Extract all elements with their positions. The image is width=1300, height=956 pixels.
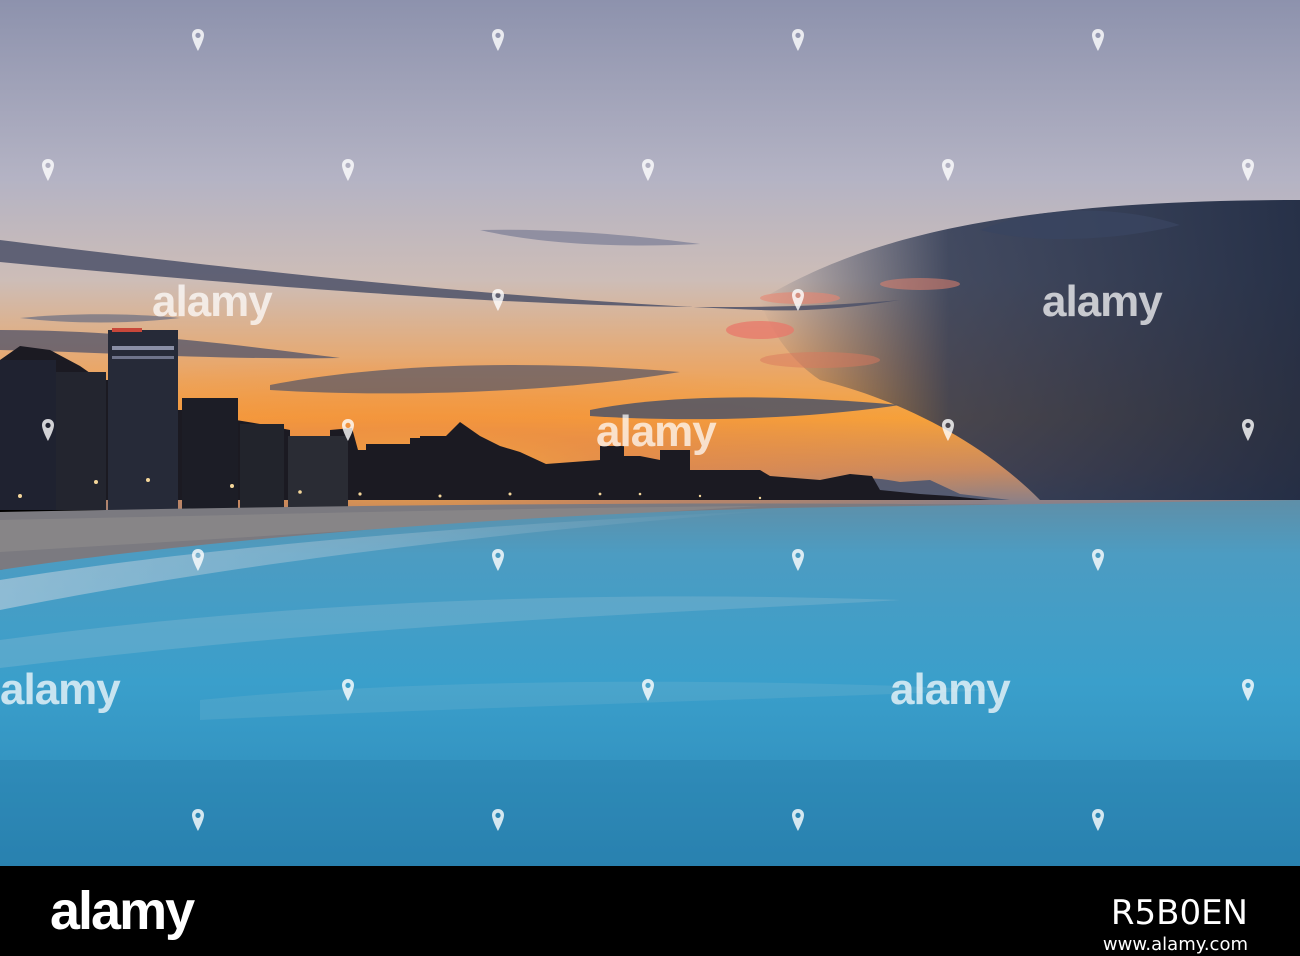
pin-icon [1092, 809, 1104, 831]
pin-icon [642, 159, 654, 181]
watermark-text: alamy [152, 277, 273, 326]
image-id: R5B0EN [1110, 893, 1248, 933]
stock-banner: alamy R5B0EN www.alamy.com [0, 866, 1300, 956]
pin-icon [42, 419, 54, 441]
pin-icon [342, 679, 354, 701]
pin-icon [1092, 29, 1104, 51]
watermark-text: alamy [1042, 277, 1163, 326]
pin-icon [792, 29, 804, 51]
site-url: www.alamy.com [1102, 934, 1248, 955]
pin-icon [492, 289, 504, 311]
pin-icon [1092, 549, 1104, 571]
pin-icon [492, 29, 504, 51]
pin-icon [492, 549, 504, 571]
pin-icon [192, 809, 204, 831]
watermark-text: alamy [890, 665, 1011, 714]
pin-icon [1242, 419, 1254, 441]
pin-icon [192, 29, 204, 51]
pin-icon [792, 809, 804, 831]
pin-icon [642, 679, 654, 701]
stock-photo-frame: alamy alamy alamy alamy alamy alamy R5B0… [0, 0, 1300, 956]
pin-icon [1242, 679, 1254, 701]
pin-icon [942, 419, 954, 441]
pin-icon [192, 549, 204, 571]
pin-icon [792, 289, 804, 311]
pin-icon [342, 419, 354, 441]
pin-icon [492, 809, 504, 831]
pin-icon [42, 159, 54, 181]
watermark-text: alamy [596, 407, 717, 456]
pin-icon [1242, 159, 1254, 181]
pin-icon [942, 159, 954, 181]
pin-icon [792, 549, 804, 571]
watermark-text: alamy [0, 665, 121, 714]
alamy-logo: alamy [50, 881, 195, 941]
pin-icon [342, 159, 354, 181]
